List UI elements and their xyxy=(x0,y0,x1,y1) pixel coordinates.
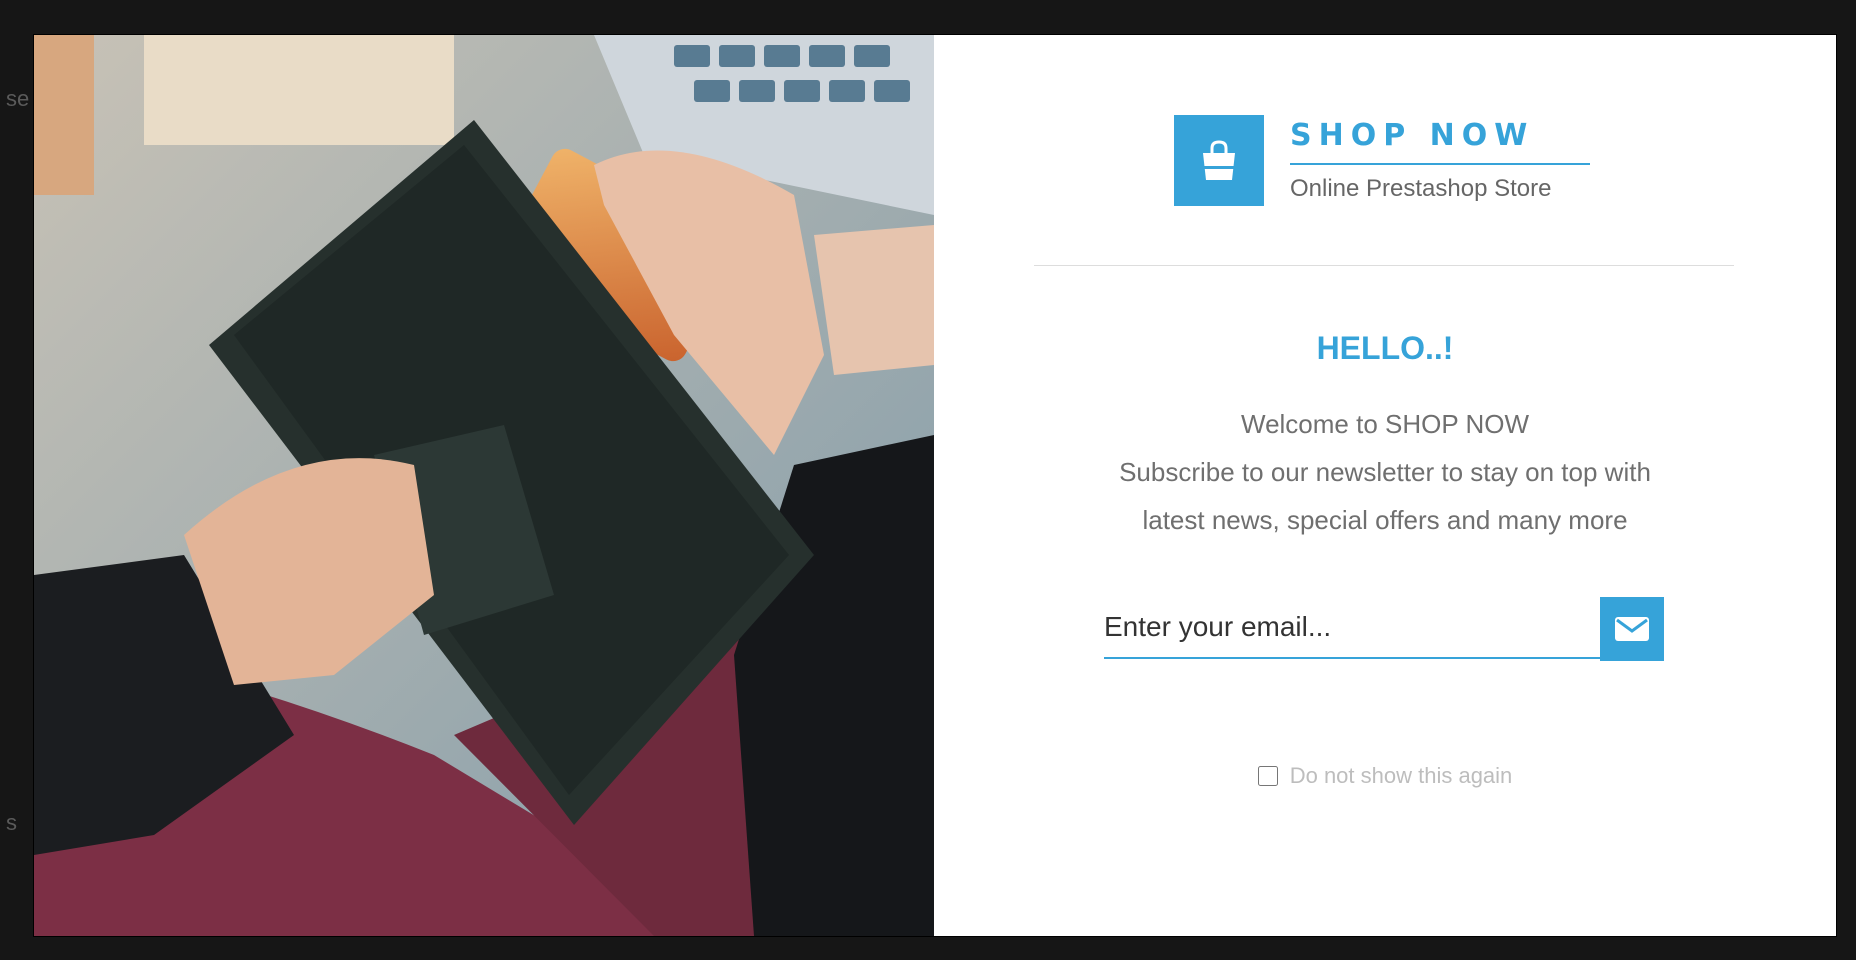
envelope-icon xyxy=(1615,617,1649,641)
dont-show-again: Do not show this again xyxy=(934,763,1836,789)
background-page-text: s xyxy=(6,810,17,835)
description-line: latest news, special offers and many mor… xyxy=(1142,505,1628,535)
description-line: Subscribe to our newsletter to stay on t… xyxy=(1119,457,1651,487)
popup-description: Welcome to SHOP NOW Subscribe to our new… xyxy=(934,400,1836,544)
brand-subtitle: Online Prestashop Store xyxy=(1290,175,1552,202)
brand-title: SHOP NOW xyxy=(1290,118,1590,165)
background-page-text: se xyxy=(6,86,30,111)
dont-show-label: Do not show this again xyxy=(1289,763,1513,788)
newsletter-form xyxy=(1104,597,1664,661)
email-input[interactable] xyxy=(1104,597,1604,659)
shopping-bag-icon xyxy=(1174,115,1264,206)
popup-photo xyxy=(34,35,934,936)
popup-content: SHOP NOW Online Prestashop Store HELLO..… xyxy=(934,35,1836,936)
dont-show-checkbox[interactable] xyxy=(1257,766,1278,786)
description-line: Welcome to SHOP NOW xyxy=(1241,409,1529,439)
brand-logo: SHOP NOW Online Prestashop Store xyxy=(1174,115,1590,206)
popup-heading: HELLO..! xyxy=(1316,330,1454,366)
newsletter-popup: SHOP NOW Online Prestashop Store HELLO..… xyxy=(34,35,1836,936)
subscribe-button[interactable] xyxy=(1600,597,1664,661)
divider xyxy=(1034,265,1734,266)
